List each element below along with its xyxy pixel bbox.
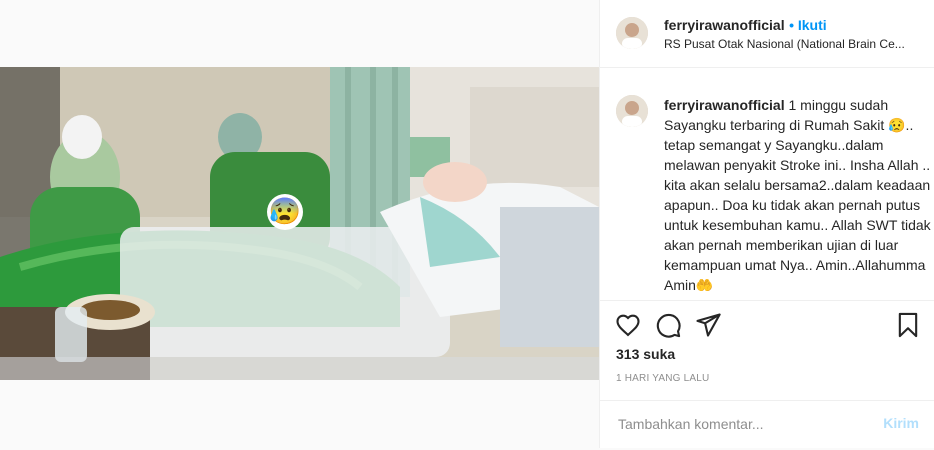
- follow-button[interactable]: • Ikuti: [789, 17, 827, 33]
- post-timestamp[interactable]: 1 HARI YANG LALU: [616, 373, 709, 384]
- caption-avatar[interactable]: [616, 95, 648, 127]
- post-media: 😰: [0, 0, 599, 448]
- likes-count[interactable]: 313 suka: [616, 346, 675, 362]
- sticker-emoji: 😰: [269, 196, 301, 226]
- avatar-image: [616, 95, 648, 127]
- comment-input[interactable]: [616, 415, 870, 433]
- share-icon[interactable]: [694, 311, 722, 339]
- post-viewer: 😰 ferryirawanofficial • Ikuti RS Pusat O…: [0, 0, 934, 448]
- caption-username-link[interactable]: ferryirawanofficial: [664, 97, 785, 113]
- caption-body: 1 minggu sudah Sayangku terbaring di Rum…: [664, 97, 931, 293]
- comment-form: Kirim: [600, 400, 934, 450]
- post-comment-button[interactable]: Kirim: [883, 415, 919, 431]
- post-side-panel: ferryirawanofficial • Ikuti RS Pusat Ota…: [599, 0, 934, 448]
- post-header: ferryirawanofficial • Ikuti RS Pusat Ota…: [600, 0, 934, 68]
- post-photo[interactable]: 😰: [0, 67, 599, 380]
- username-link[interactable]: ferryirawanofficial: [664, 17, 785, 33]
- caption-text-block: ferryirawanofficial 1 minggu sudah Sayan…: [664, 95, 934, 295]
- avatar[interactable]: [616, 17, 648, 49]
- bookmark-icon[interactable]: [894, 311, 922, 339]
- heart-icon[interactable]: [614, 311, 642, 339]
- avatar-image: [616, 17, 648, 49]
- post-actions: 313 suka 1 HARI YANG LALU Kirim: [600, 300, 934, 449]
- location-link[interactable]: RS Pusat Otak Nasional (National Brain C…: [664, 37, 919, 51]
- comment-icon[interactable]: [654, 311, 682, 339]
